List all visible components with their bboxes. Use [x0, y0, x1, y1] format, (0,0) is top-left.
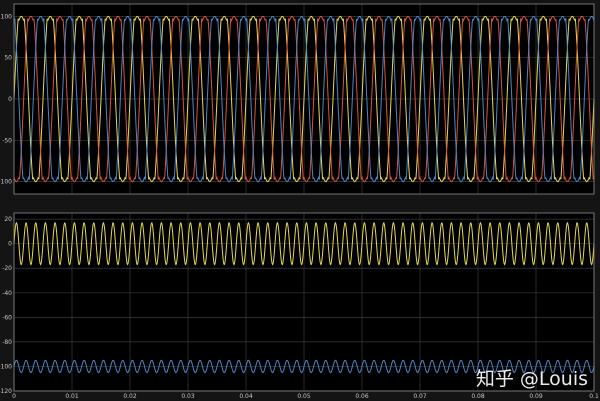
x-tick-label: 0.03 — [181, 393, 195, 400]
y-tick-label: 20 — [4, 216, 12, 223]
scope-window: -100 -50 0 50 100 -120 -100 -80 -60 -40 -20 0 20 0 0.… — [0, 3, 599, 400]
y-tick-label: -60 — [2, 314, 12, 321]
x-tick-label: 0.01 — [65, 393, 79, 400]
x-tick-label: 0.02 — [123, 393, 137, 400]
y-tick-label: -20 — [2, 265, 12, 272]
x-tick-label: 0 — [12, 393, 16, 400]
x-tick-label: 0.08 — [471, 393, 485, 400]
y-tick-label: 100 — [1, 13, 13, 20]
y-tick-label: -80 — [2, 339, 12, 346]
y-tick-label: -50 — [2, 137, 12, 144]
y-tick-label: 0 — [8, 241, 12, 248]
x-tick-label: 0.05 — [297, 393, 311, 400]
top-axes-panel: -100 -50 0 50 100 — [0, 3, 595, 195]
x-tick-label: 0.1 — [589, 393, 599, 400]
x-tick-label: 0.04 — [239, 393, 253, 400]
y-tick-label: -100 — [0, 179, 12, 186]
y-tick-label: -40 — [2, 290, 12, 297]
watermark: 知乎 @Louis — [475, 368, 588, 390]
y-tick-label: -120 — [0, 388, 12, 395]
y-tick-label: 50 — [4, 55, 12, 62]
y-tick-label: -100 — [0, 363, 12, 370]
x-tick-label: 0.06 — [355, 393, 369, 400]
x-tick-label: 0.09 — [529, 393, 543, 400]
y-tick-label: 0 — [8, 96, 12, 103]
x-tick-label: 0.07 — [413, 393, 427, 400]
